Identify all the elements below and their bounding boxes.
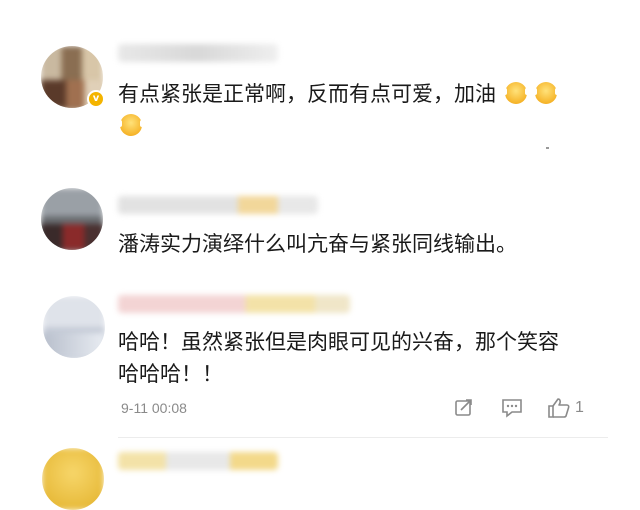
comment-body: 潘涛实力演绎什么叫亢奋与紧张同线输出。 xyxy=(118,232,517,256)
comment-text: 哈哈哈！！ xyxy=(118,358,223,390)
like-count: 1 xyxy=(575,399,584,416)
laughing-cry-emoji-icon xyxy=(501,82,530,104)
username[interactable] xyxy=(118,44,278,62)
reply-button[interactable] xyxy=(501,398,523,422)
avatar[interactable] xyxy=(43,296,105,358)
laughing-cry-emoji-icon xyxy=(117,114,145,136)
username[interactable] xyxy=(118,295,350,313)
comment-icon xyxy=(502,399,522,418)
avatar[interactable] xyxy=(41,188,103,250)
comment-body: 有点紧张是正常啊，反而有点可爱，加油 xyxy=(118,82,496,106)
comment-body-line2: 哈哈哈！！ xyxy=(118,362,223,386)
comment-text: 潘涛实力演绎什么叫亢奋与紧张同线输出。 xyxy=(118,228,517,260)
verified-badge-icon: v xyxy=(87,90,105,108)
divider xyxy=(118,437,608,438)
thumbs-up-icon xyxy=(548,398,570,418)
comment-emoji-line xyxy=(117,110,145,142)
username[interactable] xyxy=(118,196,318,214)
comment-text: 哈哈！虽然紧张但是肉眼可见的兴奋，那个笑容 xyxy=(118,326,598,358)
comment-body-line1: 哈哈！虽然紧张但是肉眼可见的兴奋，那个笑容 xyxy=(118,330,559,354)
timestamp: 9-11 00:08 xyxy=(121,400,187,416)
share-button[interactable] xyxy=(454,398,474,422)
comment-text: 有点紧张是正常啊，反而有点可爱，加油 xyxy=(118,78,598,110)
like-button[interactable]: 1 xyxy=(547,397,584,419)
username[interactable] xyxy=(118,452,278,470)
more-dot xyxy=(546,147,549,149)
share-icon xyxy=(455,399,472,416)
laughing-cry-emoji-icon xyxy=(532,82,561,104)
avatar[interactable] xyxy=(42,448,104,510)
